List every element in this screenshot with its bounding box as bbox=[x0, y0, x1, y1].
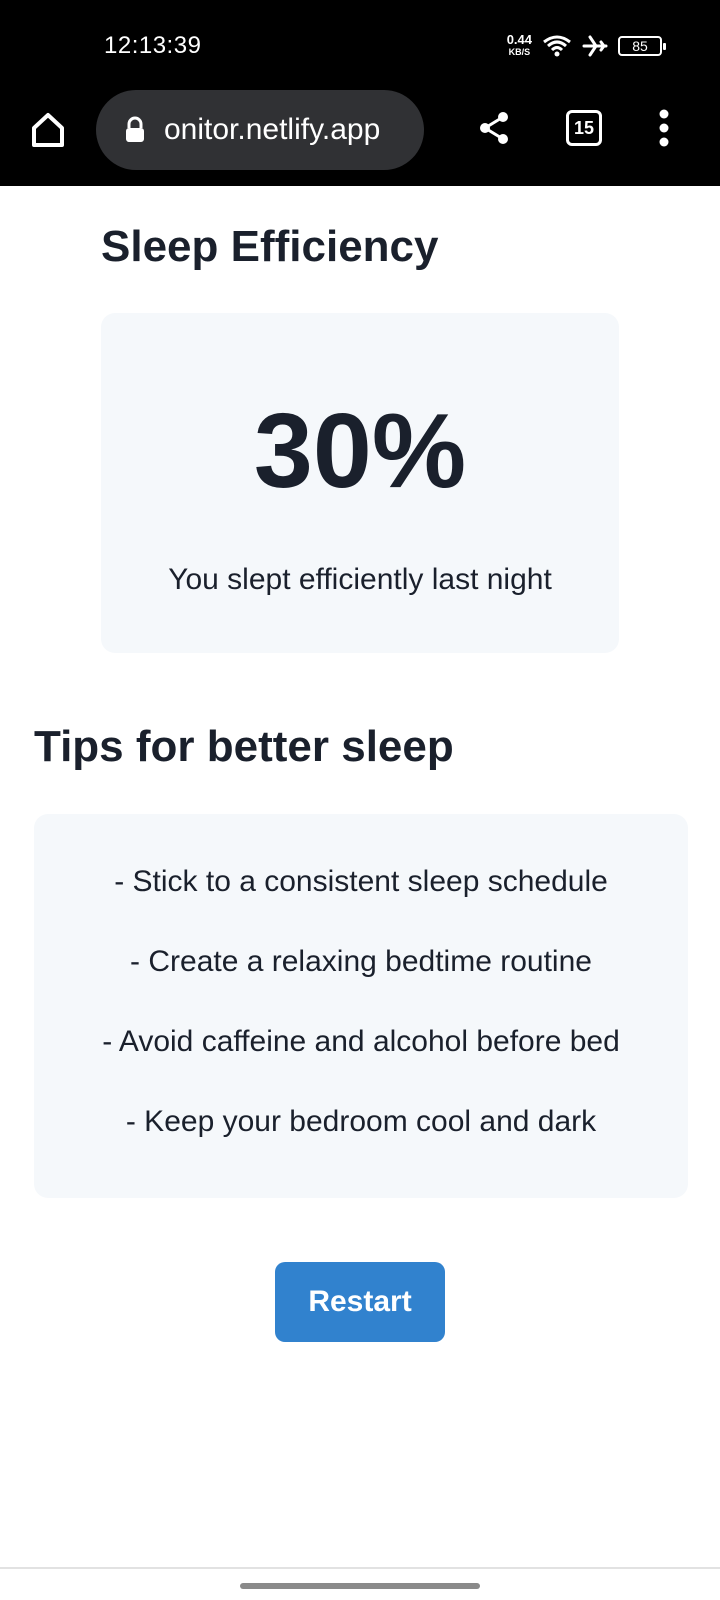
tip-item: - Create a relaxing bedtime routine bbox=[130, 945, 592, 978]
address-bar[interactable]: onitor.netlify.app bbox=[96, 90, 424, 170]
network-speed-value: 0.44 bbox=[506, 32, 532, 47]
home-icon[interactable] bbox=[28, 110, 68, 150]
tips-title: Tips for better sleep bbox=[34, 722, 454, 771]
bottom-divider bbox=[0, 1567, 720, 1569]
browser-toolbar: onitor.netlify.app 15 bbox=[0, 84, 720, 186]
network-speed-unit: KB/S bbox=[508, 47, 531, 57]
url-text: onitor.netlify.app bbox=[164, 113, 381, 146]
tab-switcher-button[interactable]: 15 bbox=[566, 110, 602, 146]
restart-button[interactable]: Restart bbox=[275, 1262, 445, 1342]
efficiency-message: You slept efficiently last night bbox=[168, 563, 552, 596]
more-options-icon[interactable] bbox=[652, 106, 676, 150]
tip-item: - Stick to a consistent sleep schedule bbox=[114, 865, 608, 898]
status-icons: 0.44 KB/S 85 bbox=[506, 32, 666, 58]
tips-list: - Stick to a consistent sleep schedule -… bbox=[34, 814, 688, 1186]
battery-icon: 85 bbox=[618, 36, 666, 56]
tip-item: - Avoid caffeine and alcohol before bed bbox=[102, 1025, 620, 1058]
status-time: 12:13:39 bbox=[104, 32, 202, 59]
page-title: Sleep Efficiency bbox=[101, 222, 439, 271]
battery-level: 85 bbox=[632, 38, 648, 54]
share-icon[interactable] bbox=[476, 108, 512, 148]
efficiency-card: 30% You slept efficiently last night bbox=[101, 313, 619, 653]
tips-card: - Stick to a consistent sleep schedule -… bbox=[34, 814, 688, 1198]
wifi-icon bbox=[543, 35, 571, 57]
airplane-mode-icon bbox=[582, 35, 608, 57]
gesture-navigation-handle[interactable] bbox=[240, 1583, 480, 1589]
lock-icon bbox=[126, 116, 144, 142]
efficiency-value: 30% bbox=[253, 392, 467, 510]
status-bar: 12:13:39 0.44 KB/S 85 bbox=[0, 0, 720, 84]
tip-item: - Keep your bedroom cool and dark bbox=[125, 1105, 597, 1138]
network-speed: 0.44 KB/S bbox=[506, 32, 532, 58]
tab-count: 15 bbox=[573, 117, 595, 138]
